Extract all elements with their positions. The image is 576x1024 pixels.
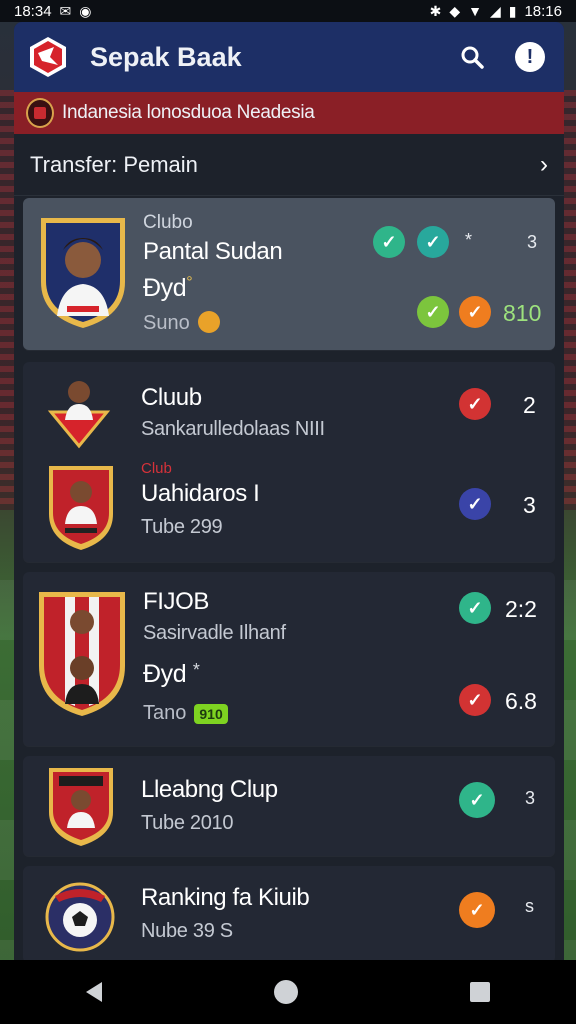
club-title: FIJOB bbox=[143, 588, 210, 615]
recent-apps-icon[interactable] bbox=[470, 982, 490, 1002]
club-detail: Ðyd * bbox=[143, 660, 200, 689]
club-card[interactable]: Ranking fa Kiuib Nube 39 S ✓ s bbox=[23, 866, 555, 960]
club-card[interactable]: Lleabng Clup Tube 2010 ✓ 3 bbox=[23, 756, 555, 856]
section-title: Transfer: Pemain bbox=[30, 151, 198, 177]
check-icon[interactable]: ✓ bbox=[459, 782, 495, 818]
check-icon[interactable]: ✓ bbox=[459, 388, 491, 420]
footer-label: Tano bbox=[143, 702, 187, 724]
status-time-right: 18:16 bbox=[524, 2, 562, 20]
club-score: 2:2 bbox=[505, 596, 537, 622]
app-logo-icon bbox=[28, 35, 68, 79]
gps-icon: ◆ bbox=[449, 2, 461, 19]
system-nav-bar bbox=[0, 960, 576, 1024]
app-bar: Sepak Baak ! bbox=[14, 22, 564, 92]
rating-tag: 910 bbox=[194, 703, 228, 724]
club-detail-text: Ðyd bbox=[143, 660, 187, 688]
check-icon[interactable]: ✓ bbox=[373, 226, 405, 258]
club-subtitle: Tube 2010 bbox=[141, 812, 234, 834]
transfer-section-header[interactable]: Transfer: Pemain › bbox=[14, 134, 564, 196]
check-icon[interactable]: ✓ bbox=[459, 296, 491, 328]
club-crest-icon bbox=[45, 764, 117, 848]
club-subtitle: Nube 39 S bbox=[141, 920, 233, 942]
list-item[interactable]: Cluub Sankarulledolaas NIII ✓ 2 bbox=[23, 362, 555, 460]
club-label: Clubo bbox=[143, 212, 193, 233]
bluetooth-icon: ✱ bbox=[429, 2, 442, 19]
club-score: 3 bbox=[525, 788, 536, 808]
chevron-right-icon: › bbox=[540, 150, 548, 178]
club-title: Uahidaros I bbox=[141, 480, 260, 507]
player-detail-text: Ðyd bbox=[143, 274, 187, 302]
club-score: 6.8 bbox=[505, 688, 537, 714]
star-mark: ° bbox=[186, 274, 193, 291]
asterisk-mark: * bbox=[465, 230, 473, 250]
check-icon[interactable]: ✓ bbox=[417, 296, 449, 328]
list-item[interactable]: Club Uahidaros I Tube 299 ✓ 3 bbox=[23, 460, 555, 562]
club-title: Ranking fa Kiuib bbox=[141, 884, 310, 911]
app-window: Sepak Baak ! Indanesia lonosduoa Neadesi… bbox=[14, 22, 564, 960]
club-subtitle: Tube 299 bbox=[141, 516, 223, 538]
league-name: Indanesia lonosduoa Neadesia bbox=[62, 102, 315, 123]
count-mark: 3 bbox=[527, 232, 538, 252]
player-detail: Ðyd° bbox=[143, 274, 193, 303]
club-score: s bbox=[525, 896, 534, 916]
club-card[interactable]: FIJOB Sasirvadle Ilhanf Ðyd * Tano 910 ✓ … bbox=[23, 572, 555, 746]
check-icon[interactable]: ✓ bbox=[417, 226, 449, 258]
search-icon bbox=[461, 46, 484, 69]
back-icon[interactable] bbox=[86, 982, 102, 1002]
check-icon[interactable]: ✓ bbox=[459, 684, 491, 716]
home-icon[interactable] bbox=[274, 980, 298, 1004]
club-crest-icon bbox=[35, 586, 129, 720]
battery-icon: ▮ bbox=[508, 2, 517, 19]
club-subtitle: Sankarulledolaas NIII bbox=[141, 418, 325, 440]
search-button[interactable] bbox=[452, 37, 492, 77]
club-score: 3 bbox=[523, 492, 536, 518]
info-button[interactable]: ! bbox=[510, 37, 550, 77]
app-title: Sepak Baak bbox=[90, 41, 242, 72]
league-crest-icon bbox=[26, 98, 54, 128]
club-subtitle: Sasirvadle Ilhanf bbox=[143, 622, 286, 644]
app-notification-icon: ◉ bbox=[79, 2, 92, 19]
status-bar: 18:34 ✉ ◉ ✱ ◆ ▼ ◢ ▮ 18:16 bbox=[0, 0, 576, 22]
player-name: Pantal Sudan bbox=[143, 238, 283, 265]
wifi-icon: ▼ bbox=[468, 3, 482, 19]
club-title: Lleabng Clup bbox=[141, 776, 278, 803]
card-footer: Suno bbox=[143, 310, 220, 335]
club-score: 2 bbox=[523, 392, 536, 418]
notification-icon: ✉ bbox=[59, 2, 72, 19]
card-footer: Tano 910 bbox=[143, 702, 228, 725]
club-red-label: Club bbox=[141, 460, 172, 477]
player-portrait-crest bbox=[37, 212, 129, 330]
club-crest-icon bbox=[45, 462, 117, 552]
check-icon[interactable]: ✓ bbox=[459, 592, 491, 624]
signal-icon: ◢ bbox=[489, 2, 501, 19]
star-mark: * bbox=[192, 660, 200, 680]
club-crest-icon bbox=[47, 372, 111, 450]
footer-label: Suno bbox=[143, 312, 190, 334]
rating-score: 810 bbox=[503, 300, 542, 326]
club-card-group: Cluub Sankarulledolaas NIII ✓ 2 Club Uah… bbox=[23, 362, 555, 562]
player-card-highlighted[interactable]: Clubo Pantal Sudan Ðyd° Suno ✓ ✓ * 3 ✓ ✓… bbox=[23, 198, 555, 350]
info-icon: ! bbox=[515, 42, 545, 72]
smiley-icon bbox=[197, 310, 220, 333]
check-icon[interactable]: ✓ bbox=[459, 488, 491, 520]
club-title: Cluub bbox=[141, 384, 202, 411]
league-banner[interactable]: Indanesia lonosduoa Neadesia bbox=[14, 92, 564, 134]
football-crest-icon bbox=[45, 880, 115, 954]
status-time: 18:34 bbox=[14, 2, 52, 20]
check-icon[interactable]: ✓ bbox=[459, 892, 495, 928]
